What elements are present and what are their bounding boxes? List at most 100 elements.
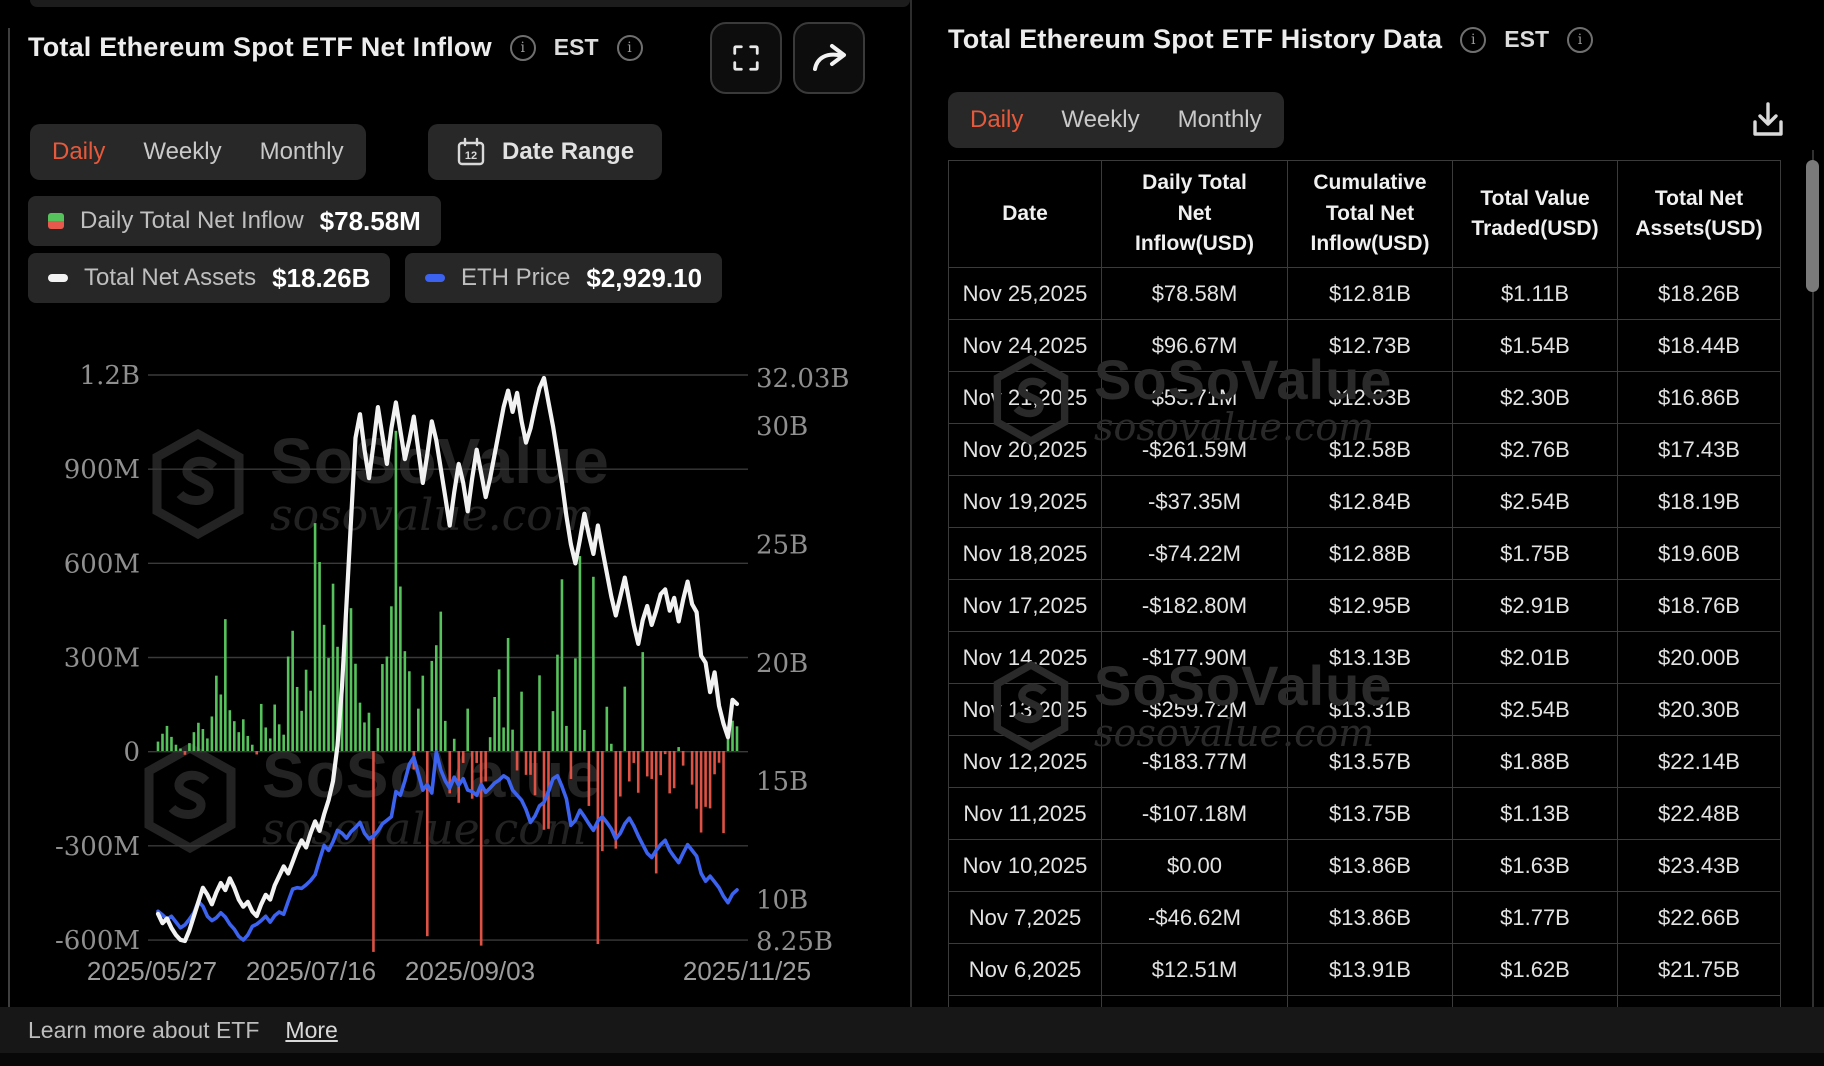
table-cell-assets: $18.44B [1617, 319, 1781, 372]
table-cell-traded: $1.11B [1452, 267, 1618, 320]
table-cell-cumulative: $13.86B [1287, 839, 1453, 892]
table-cell-cumulative: $12.84B [1287, 475, 1453, 528]
left-axis-tick: 0 [123, 738, 140, 768]
table-cell-inflow: -$107.18M [1101, 787, 1288, 840]
table-column-header: Date [948, 160, 1102, 268]
date-range-button[interactable]: 12 Date Range [428, 124, 663, 180]
table-cell-inflow: $12.51M [1101, 943, 1288, 996]
table-row: Nov 12,2025 -$183.77M $13.57B $1.88B $22.14B [948, 735, 1781, 788]
inflow-swatch-icon [48, 213, 64, 229]
history-data-panel: SoSoValue sosovalue.com SoSoValue sosova… [912, 0, 1824, 1007]
tab-weekly[interactable]: Weekly [143, 138, 221, 166]
table-cell-assets: $23.43B [1617, 839, 1781, 892]
table-cell-cumulative: $12.95B [1287, 579, 1453, 632]
table-cell-inflow: $96.67M [1101, 319, 1288, 372]
x-axis-tick: 2025/11/25 [683, 956, 811, 986]
table-cell-date: Nov 24,2025 [948, 319, 1102, 372]
table-cell-inflow: $0.00 [1101, 839, 1288, 892]
table-row: Nov 7,2025 -$46.62M $13.86B $1.77B $22.66B [948, 891, 1781, 944]
table-cell-assets: $18.26B [1617, 267, 1781, 320]
timezone-label: EST [553, 34, 599, 60]
table-cell-cumulative: $12.58B [1287, 423, 1453, 476]
table-row: Nov 11,2025 -$107.18M $13.75B $1.13B $22.48B [948, 787, 1781, 840]
table-cell-traded: $1.75B [1452, 527, 1618, 580]
interval-tab-bar: Daily Weekly Monthly [30, 124, 366, 180]
table-cell-traded: $1.77B [1452, 891, 1618, 944]
x-axis-tick: 2025/07/16 [246, 956, 376, 986]
table-cell-assets: $22.66B [1617, 891, 1781, 944]
table-row: Nov 5,2025-$118.58M$13.90B$1.79B$22.74B [948, 995, 1781, 1007]
left-axis-tick: 900M [64, 455, 140, 485]
table-cell-inflow: -$259.72M [1101, 683, 1288, 736]
table-cell-traded: $2.30B [1452, 371, 1618, 424]
calendar-icon: 12 [457, 137, 485, 166]
table-scrollbar-thumb[interactable] [1806, 160, 1819, 292]
table-cell-traded: $2.76B [1452, 423, 1618, 476]
history-table: Date Daily Total Net Inflow(USD) Cumulative T… [948, 160, 1781, 1007]
table-cell-assets: $18.76B [1617, 579, 1781, 632]
table-cell-inflow: -$183.77M [1101, 735, 1288, 788]
table-row: Nov 17,2025 -$182.80M $12.95B $2.91B $18.76B [948, 579, 1781, 632]
table-cell-date: Nov 14,2025 [948, 631, 1102, 684]
table-cell-traded: $1.13B [1452, 787, 1618, 840]
legend-item-net-assets[interactable]: Total Net Assets $18.26B [28, 253, 391, 303]
table-row: Nov 10,2025 $0.00 $13.86B $1.63B $23.43B [948, 839, 1781, 892]
info-icon[interactable]: i [616, 34, 643, 61]
bottom-strip [0, 1053, 1824, 1066]
footer-more-link[interactable]: More [285, 1017, 337, 1044]
info-icon[interactable]: i [509, 34, 536, 61]
download-button[interactable] [1744, 96, 1792, 144]
table-cell-traded: $1.88B [1452, 735, 1618, 788]
left-axis-tick: 1.2B [80, 361, 140, 391]
table-cell-assets: $22.14B [1617, 735, 1781, 788]
table-cell-inflow: -$177.90M [1101, 631, 1288, 684]
table-column-header: Cumulative Total Net Inflow(USD) [1287, 160, 1453, 268]
table-cell-traded: $1.62B [1452, 943, 1618, 996]
tab-monthly[interactable]: Monthly [260, 138, 344, 166]
table-cell-cumulative: $12.73B [1287, 319, 1453, 372]
legend-item-net-inflow[interactable]: Daily Total Net Inflow $78.58M [28, 196, 441, 246]
table-cell-date: Nov 20,2025 [948, 423, 1102, 476]
x-axis-tick: 2025/05/27 [87, 956, 217, 986]
info-icon[interactable]: i [1460, 26, 1487, 53]
table-cell-inflow: $78.58M [1101, 267, 1288, 320]
tab-weekly[interactable]: Weekly [1061, 106, 1139, 134]
table-cell-cumulative: $13.31B [1287, 683, 1453, 736]
table-cell-assets: $20.30B [1617, 683, 1781, 736]
table-cell-assets: $21.75B [1617, 943, 1781, 996]
legend-value: $2,929.10 [586, 262, 703, 293]
tab-monthly[interactable]: Monthly [1178, 106, 1262, 134]
table-cell-date: Nov 17,2025 [948, 579, 1102, 632]
left-axis-tick: -600M [55, 926, 140, 956]
date-range-label: Date Range [502, 138, 635, 165]
tab-daily[interactable]: Daily [970, 106, 1023, 134]
table-cell-cumulative: $13.91B [1287, 943, 1453, 996]
tab-daily[interactable]: Daily [52, 138, 105, 166]
table-cell-cumulative: $12.88B [1287, 527, 1453, 580]
table-cell-assets: $18.19B [1617, 475, 1781, 528]
table-row: Nov 24,2025 $96.67M $12.73B $1.54B $18.44B [948, 319, 1781, 372]
table-cell-date: Nov 13,2025 [948, 683, 1102, 736]
table-row: Nov 14,2025 -$177.90M $13.13B $2.01B $20.00B [948, 631, 1781, 684]
table-cell-traded: $2.01B [1452, 631, 1618, 684]
table-cell-traded: $2.91B [1452, 579, 1618, 632]
table-cell-cumulative: $13.57B [1287, 735, 1453, 788]
legend-label: ETH Price [461, 264, 571, 291]
table-cell-date: Nov 19,2025 [948, 475, 1102, 528]
right-axis-tick: 25B [756, 530, 808, 560]
table-cell-assets: $20.00B [1617, 631, 1781, 684]
table-cell-date: Nov 6,2025 [948, 943, 1102, 996]
history-table-body: Nov 25,2025 $78.58M $12.81B $1.11B $18.26B No… [948, 267, 1781, 1007]
right-axis-tick: 8.25B [756, 927, 833, 957]
table-cell-cumulative: $13.75B [1287, 787, 1453, 840]
legend-value: $18.26B [272, 262, 371, 293]
table-row: Nov 6,2025 $12.51M $13.91B $1.62B $21.75B [948, 943, 1781, 996]
table-cell-assets: $22.48B [1617, 787, 1781, 840]
legend-item-eth-price[interactable]: ETH Price $2,929.10 [405, 253, 723, 303]
info-icon[interactable]: i [1567, 26, 1593, 53]
table-cell-cumulative: $12.63B [1287, 371, 1453, 424]
history-title: Total Ethereum Spot ETF History Data [948, 24, 1443, 54]
table-cell-traded: $1.54B [1452, 319, 1618, 372]
table-row: Nov 18,2025 -$74.22M $12.88B $1.75B $19.60B [948, 527, 1781, 580]
left-axis-tick: -300M [55, 832, 140, 862]
